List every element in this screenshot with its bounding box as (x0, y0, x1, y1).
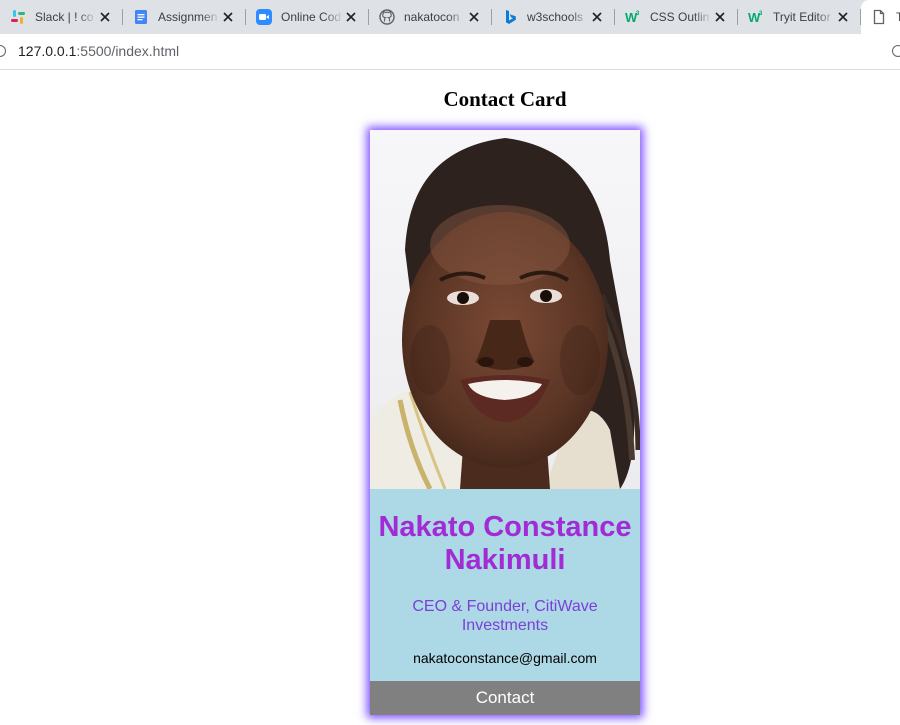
url-field[interactable]: 127.0.0.1:5500/index.html (18, 43, 179, 59)
page-title: Contact Card (443, 87, 567, 111)
google-docs-icon (133, 9, 149, 25)
w3schools-icon: W 3 (748, 9, 764, 25)
close-icon[interactable] (835, 9, 851, 25)
svg-text:3: 3 (636, 11, 640, 17)
tab-assignment[interactable]: Assignmen (123, 0, 246, 34)
page-icon (871, 9, 887, 25)
close-icon[interactable] (589, 9, 605, 25)
browser-tab-strip: Slack | ! co Assignmen Online Cod nakato… (0, 0, 900, 34)
tab-title: CSS Outlin (650, 10, 710, 24)
zoom-lens-icon[interactable] (892, 45, 900, 57)
tab-active-page[interactable]: T (861, 0, 900, 34)
zoom-icon (256, 9, 272, 25)
svg-text:3: 3 (759, 11, 763, 17)
tab-w3schools-bing[interactable]: w3schools (492, 0, 615, 34)
tab-slack[interactable]: Slack | ! co (0, 0, 123, 34)
profile-photo (370, 130, 640, 489)
tab-title: T (896, 10, 900, 24)
url-host: 127.0.0.1 (18, 43, 77, 59)
url-path: :5500/index.html (76, 43, 180, 59)
tab-github[interactable]: nakatocon (369, 0, 492, 34)
tab-title: Tryit Editor (773, 10, 831, 24)
w3schools-icon: W 3 (625, 9, 641, 25)
tab-tryit-editor[interactable]: W 3 Tryit Editor (738, 0, 861, 34)
close-icon[interactable] (466, 9, 482, 25)
github-icon (379, 9, 395, 25)
tab-css-outline[interactable]: W 3 CSS Outlin (615, 0, 738, 34)
close-icon[interactable] (343, 9, 359, 25)
close-icon[interactable] (97, 9, 113, 25)
tab-online-code[interactable]: Online Cod (246, 0, 369, 34)
tab-title: w3schools (527, 10, 584, 24)
tab-title: nakatocon (404, 10, 460, 24)
bing-icon (502, 9, 518, 25)
close-icon[interactable] (220, 9, 236, 25)
site-info-icon[interactable] (0, 45, 6, 57)
contact-card: Nakato Constance Nakimuli CEO & Founder,… (370, 130, 640, 715)
tab-title: Online Cod (281, 10, 342, 24)
contact-title: CEO & Founder, CitiWave Investments (412, 598, 598, 634)
close-icon[interactable] (712, 9, 728, 25)
contact-email: nakatoconstance@gmail.com (413, 650, 597, 666)
contact-button[interactable]: Contact (370, 681, 640, 715)
slack-icon (10, 9, 26, 25)
tab-title: Assignmen (158, 10, 218, 24)
contact-name: Nakato Constance Nakimuli (378, 511, 632, 576)
tab-title: Slack | ! co (35, 10, 94, 24)
address-bar: 127.0.0.1:5500/index.html (0, 34, 900, 70)
